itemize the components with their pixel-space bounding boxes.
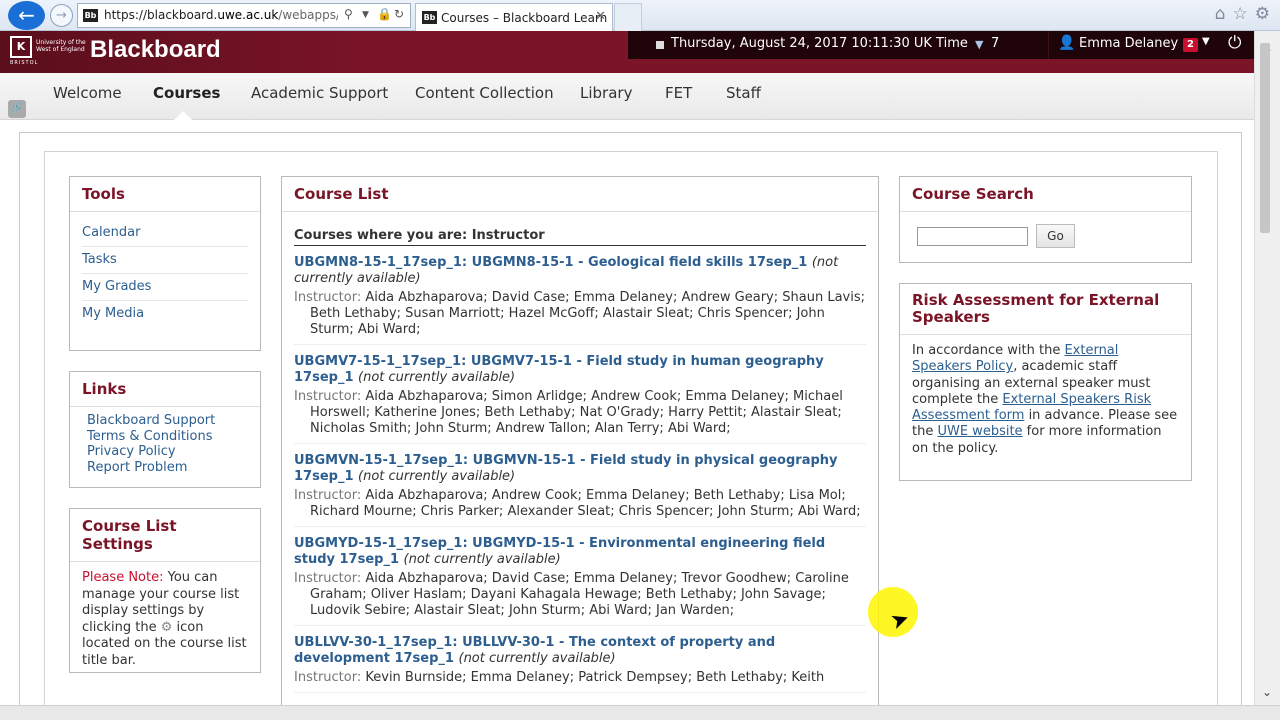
logo-sub: BRISTOL [10, 60, 39, 66]
browser-icons: ⌂ ☆ ⚙ [1208, 4, 1270, 24]
url-text[interactable]: https://blackboard.uwe.ac.uk/webapps/por… [104, 8, 338, 22]
dropdown-icon[interactable]: ▼ [362, 10, 369, 20]
browser-tab-active[interactable]: Bb Courses – Blackboard Learn ✕ [415, 3, 613, 31]
settings-gear-icon[interactable]: ⚙ [1255, 4, 1270, 24]
address-bar[interactable]: Bb https://blackboard.uwe.ac.uk/webapps/… [77, 3, 411, 28]
course-instructors: Instructor: Aida Abzhaparova; David Case… [294, 571, 849, 618]
scrollbar-thumb[interactable] [1260, 43, 1270, 233]
lock-icon[interactable]: 🔒 [377, 7, 392, 21]
date-time: Thursday, August 24, 2017 10:11:30 UK Ti… [671, 36, 968, 51]
close-tab-icon[interactable]: ✕ [595, 9, 606, 24]
logout-power-icon[interactable]: ⏻ [1228, 33, 1241, 53]
please-note-label: Please Note: [82, 570, 164, 585]
risk-assessment-module: Risk Assessment for External Speakers In… [899, 283, 1192, 481]
search-icon[interactable]: ⚲ [344, 7, 353, 21]
university-logo[interactable]: K University of the West of England BRIS… [10, 36, 86, 66]
forward-arrow-icon[interactable]: → [50, 4, 73, 27]
tab-academic-support[interactable]: Academic Support [251, 84, 388, 102]
course-status: (not currently available) [458, 651, 616, 666]
link-icon[interactable]: 🔗 [8, 100, 26, 118]
course-list-settings-module: Course List Settings Please Note: You ca… [69, 508, 261, 673]
separator [1048, 31, 1049, 59]
tab-library[interactable]: Library [580, 84, 632, 102]
active-tab-pointer [174, 111, 192, 120]
tab-courses[interactable]: Courses [153, 84, 220, 102]
link-privacy-policy[interactable]: Privacy Policy [87, 444, 176, 459]
course-instructors: Instructor: Aida Abzhaparova; Andrew Coo… [294, 488, 861, 519]
tab-staff[interactable]: Staff [726, 84, 761, 102]
link-blackboard-support[interactable]: Blackboard Support [87, 413, 215, 428]
back-arrow-icon[interactable]: ← [8, 1, 45, 30]
course-search-input[interactable] [917, 226, 1028, 246]
tab-fet[interactable]: FET [665, 84, 692, 102]
tab-content-collection[interactable]: Content Collection [415, 84, 554, 102]
course-list-subhead: Courses where you are: Instructor [294, 228, 866, 246]
user-icon[interactable]: 👤 [1058, 35, 1075, 51]
course-instructors: Instructor: Aida Abzhaparova; David Case… [294, 290, 865, 337]
course-status: (not currently available) [358, 469, 516, 484]
link-terms-conditions[interactable]: Terms & Conditions [87, 429, 213, 444]
gear-icon: ⚙ [160, 619, 173, 635]
chevron-down-icon[interactable]: ▼ [1202, 36, 1210, 47]
notification-icon[interactable]: ▼ [975, 38, 983, 51]
course-list-settings-body: Please Note: You can manage your course … [82, 570, 247, 668]
links-title: Links [70, 372, 260, 407]
main-tab-navigation: Welcome Courses Academic Support Content… [0, 73, 1254, 120]
scroll-down-icon[interactable]: ⌄ [1262, 685, 1272, 699]
user-badge[interactable]: 2 [1183, 38, 1198, 52]
course-instructors: Instructor: Aida Abzhaparova; Simon Arli… [294, 389, 843, 436]
refresh-icon[interactable]: ↻ [394, 7, 404, 21]
course-search-module: Course Search Go [899, 176, 1192, 263]
course-item: UBGMN8-15-1_17sep_1: UBGMN8-15-1 - Geolo… [294, 246, 866, 345]
course-list-module: Course List Courses where you are: Instr… [281, 176, 879, 716]
tools-title: Tools [70, 177, 260, 212]
course-item: UBGMV7-15-1_17sep_1: UBGMV7-15-1 - Field… [294, 345, 866, 444]
utility-bar: Thursday, August 24, 2017 10:11:30 UK Ti… [628, 31, 1254, 59]
tools-tasks-link[interactable]: Tasks [82, 252, 117, 267]
course-item: UBLLVV-30-1_17sep_1: UBLLVV-30-1 - The c… [294, 626, 866, 693]
course-list-settings-title: Course List Settings [70, 509, 260, 562]
course-instructors: Instructor: Kevin Burnside; Emma Delaney… [294, 670, 825, 685]
tools-calendar-link[interactable]: Calendar [82, 225, 140, 240]
course-item: UBGMYD-15-1_17sep_1: UBGMYD-15-1 - Envir… [294, 527, 866, 626]
blackboard-brand[interactable]: Blackboard [90, 36, 221, 64]
tab-title: Courses – Blackboard Learn [441, 11, 608, 25]
new-tab-button[interactable] [614, 3, 642, 31]
page-scrollbar[interactable]: ▲ ⌄ [1254, 31, 1280, 705]
course-search-go-button[interactable]: Go [1036, 224, 1075, 248]
user-name[interactable]: Emma Delaney [1079, 36, 1178, 51]
link-report-problem[interactable]: Report Problem [87, 460, 187, 475]
course-status: (not currently available) [358, 370, 516, 385]
notification-count[interactable]: 7 [991, 36, 999, 51]
course-item: UBGMVN-15-1_17sep_1: UBGMVN-15-1 - Field… [294, 444, 866, 527]
course-search-title: Course Search [900, 177, 1191, 212]
logo-text: University of the West of England [36, 39, 86, 53]
blackboard-header: K University of the West of England BRIS… [0, 31, 1254, 73]
tools-module: Tools Calendar Tasks My Grades My Media [69, 176, 261, 351]
favorites-star-icon[interactable]: ☆ [1233, 4, 1248, 24]
browser-toolbar: ← → Bb https://blackboard.uwe.ac.uk/weba… [0, 0, 1280, 31]
links-module: Links Blackboard Support Terms & Conditi… [69, 371, 261, 488]
uwe-website-link[interactable]: UWE website [937, 424, 1022, 439]
uwe-logo-mark-icon: K [10, 36, 32, 58]
status-strip [0, 705, 1280, 720]
risk-assessment-body: In accordance with the External Speakers… [912, 343, 1178, 456]
tools-my-media-link[interactable]: My Media [82, 306, 144, 321]
risk-assessment-title: Risk Assessment for External Speakers [900, 284, 1191, 335]
home-icon[interactable]: ⌂ [1215, 4, 1226, 24]
course-status: (not currently available) [403, 552, 561, 567]
course-list-title: Course List [282, 177, 878, 212]
tab-favicon-icon: Bb [422, 11, 437, 24]
tab-welcome[interactable]: Welcome [53, 84, 122, 102]
favicon-icon: Bb [83, 9, 98, 22]
calendar-icon [656, 41, 664, 49]
tools-my-grades-link[interactable]: My Grades [82, 279, 151, 294]
course-link[interactable]: UBGMN8-15-1_17sep_1: UBGMN8-15-1 - Geolo… [294, 255, 807, 270]
